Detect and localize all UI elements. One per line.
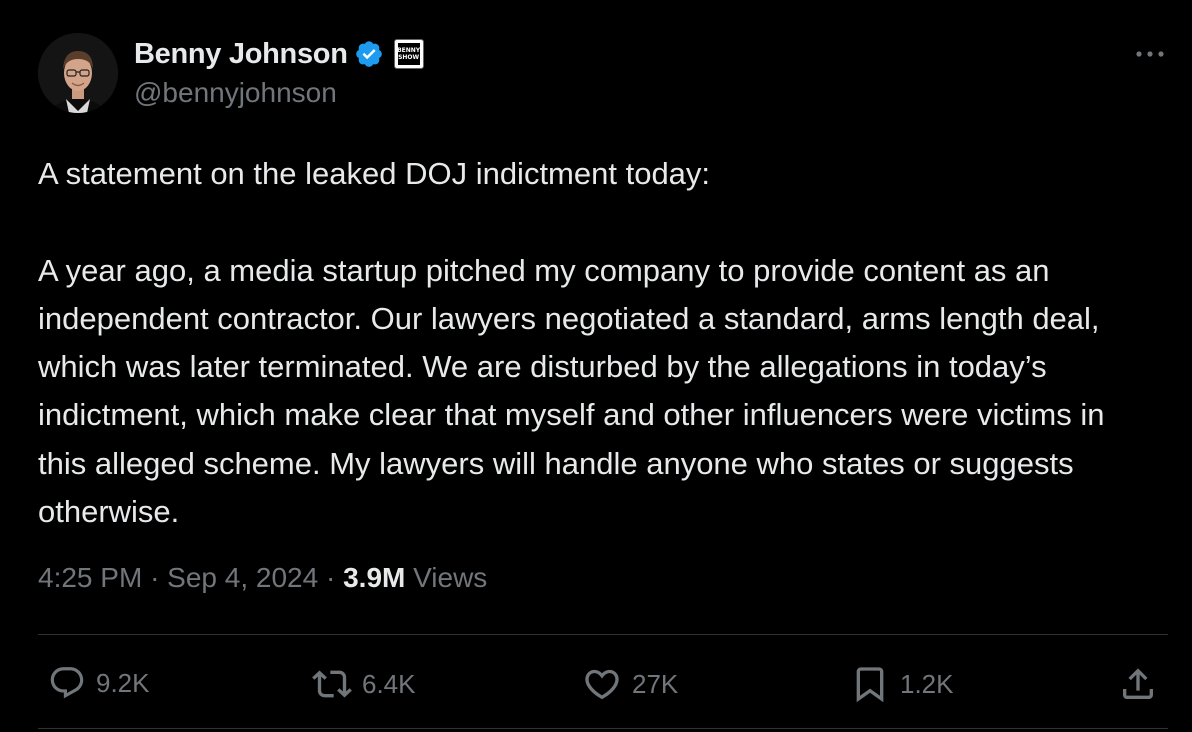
repost-button[interactable]: 6.4K: [312, 664, 416, 704]
avatar[interactable]: [38, 33, 118, 113]
tweet-time[interactable]: 4:25 PM: [38, 562, 142, 594]
repost-icon: [312, 670, 352, 698]
like-count: 27K: [632, 668, 679, 699]
author-handle[interactable]: @bennyjohnson: [134, 77, 337, 109]
tweet-date[interactable]: Sep 4, 2024: [167, 562, 318, 594]
reply-count: 9.2K: [96, 667, 150, 698]
affiliate-badge[interactable]: BENNY SHOW: [393, 39, 424, 69]
views-count[interactable]: 3.9M: [343, 562, 405, 594]
author-name-row: Benny Johnson BENNY SHOW: [134, 36, 424, 72]
author-display-name[interactable]: Benny Johnson: [134, 38, 348, 71]
verified-badge-icon[interactable]: [354, 39, 384, 69]
bookmark-icon: [856, 667, 884, 703]
views-label-gap: [405, 562, 413, 594]
meta-separator: ·: [325, 562, 336, 593]
divider-bottom: [38, 728, 1168, 729]
share-button[interactable]: [1118, 664, 1158, 704]
affiliate-badge-logo: BENNY SHOW: [397, 43, 420, 65]
tweet-text: A statement on the leaked DOJ indictment…: [38, 156, 1105, 530]
reply-button[interactable]: 9.2K: [48, 664, 150, 702]
views-label: Views: [413, 562, 488, 593]
tweet-card: Benny Johnson BENNY SHOW @bennyjohnson A…: [0, 0, 1192, 732]
like-button[interactable]: 27K: [582, 664, 678, 704]
reply-icon: [50, 667, 84, 699]
heart-icon: [585, 669, 619, 700]
tweet-meta: 4:25 PM · Sep 4, 2024 · 3.9M Views: [38, 562, 487, 594]
more-options-icon[interactable]: [1132, 40, 1168, 68]
divider-top: [38, 634, 1168, 635]
bookmark-button[interactable]: 1.2K: [850, 664, 954, 704]
bookmark-count: 1.2K: [900, 668, 954, 699]
tweet-actions: 9.2K 6.4K 27K 1.2K: [38, 652, 1168, 716]
repost-count: 6.4K: [362, 668, 416, 699]
avatar-photo: [38, 33, 118, 113]
meta-separator: ·: [150, 562, 160, 593]
share-icon: [1123, 668, 1153, 699]
